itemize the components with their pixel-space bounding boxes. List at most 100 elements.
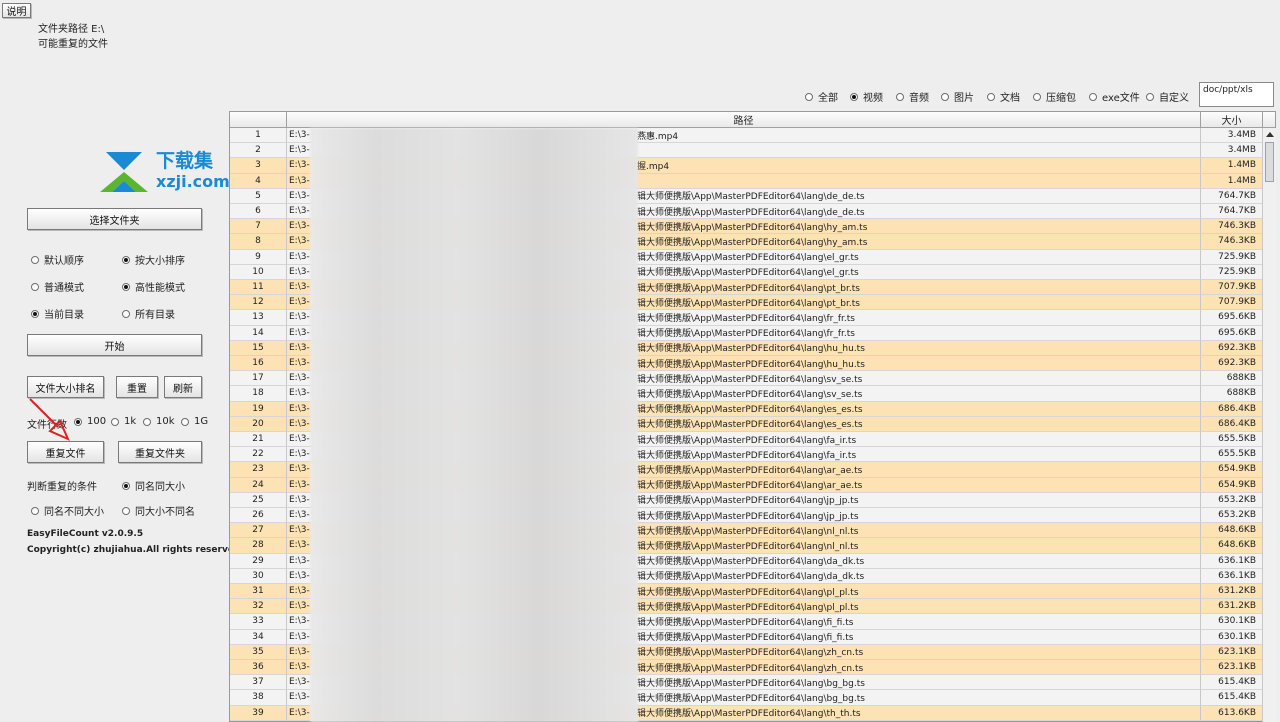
sort-by-size-radio[interactable]: 按大小排序 <box>122 252 185 267</box>
filter-custom-radio[interactable]: 自定义 <box>1146 89 1189 104</box>
mode-high-performance-radio[interactable]: 高性能模式 <box>122 279 185 294</box>
filter-video-radio[interactable]: 视频 <box>850 89 883 104</box>
path-column-header[interactable]: 路径 <box>287 112 1201 128</box>
row-size: 692.3KB <box>1201 356 1263 372</box>
filter-label: 视频 <box>863 93 883 104</box>
row-path: 辑大师便携版\App\MasterPDFEditor64\lang\pl_pl.… <box>637 599 1201 615</box>
row-size: 1.4MB <box>1201 173 1263 189</box>
row-path: 辑大师便携版\App\MasterPDFEditor64\lang\el_gr.… <box>637 264 1201 280</box>
row-index: 8 <box>230 234 287 250</box>
criteria-same-name-size-radio[interactable]: 同名同大小 <box>122 478 185 493</box>
size-rank-button[interactable]: 文件大小排名 <box>27 376 104 398</box>
row-path: 辑大师便携版\App\MasterPDFEditor64\lang\pl_pl.… <box>637 584 1201 600</box>
criteria-label-text: 同名不同大小 <box>44 507 104 518</box>
sort-by-size-label: 按大小排序 <box>135 256 185 267</box>
row-path <box>637 173 1201 189</box>
count-10k-radio[interactable]: 10k <box>143 416 175 427</box>
reset-button[interactable]: 重置 <box>116 376 158 398</box>
filter-all-radio[interactable]: 全部 <box>805 89 838 104</box>
count-label: 100 <box>87 416 107 427</box>
row-path: 辑大师便携版\App\MasterPDFEditor64\lang\nl_nl.… <box>637 523 1201 539</box>
row-size: 695.6KB <box>1201 310 1263 326</box>
row-index: 33 <box>230 614 287 630</box>
row-index: 17 <box>230 371 287 387</box>
row-index: 16 <box>230 356 287 372</box>
row-size: 686.4KB <box>1201 401 1263 417</box>
criteria-label: 判断重复的条件 <box>27 482 97 493</box>
row-size: 695.6KB <box>1201 325 1263 341</box>
count-100-radio[interactable]: 100 <box>74 416 106 427</box>
row-path: 辑大师便携版\App\MasterPDFEditor64\lang\hy_am.… <box>637 234 1201 250</box>
radio-icon <box>31 282 39 291</box>
radio-checked-icon <box>122 481 130 490</box>
row-index: 34 <box>230 629 287 645</box>
row-size: 615.4KB <box>1201 690 1263 706</box>
row-size: 1.4MB <box>1201 158 1263 174</box>
scope-all-radio[interactable]: 所有目录 <box>122 306 175 321</box>
row-index: 6 <box>230 204 287 220</box>
size-column-header[interactable]: 大小 <box>1201 112 1263 128</box>
row-size: 630.1KB <box>1201 629 1263 645</box>
select-folder-button[interactable]: 选择文件夹 <box>27 208 202 230</box>
radio-icon <box>122 309 130 318</box>
vertical-scrollbar[interactable] <box>1262 128 1276 722</box>
start-button[interactable]: 开始 <box>27 334 202 356</box>
row-path: 辑大师便携版\App\MasterPDFEditor64\lang\fa_ir.… <box>637 432 1201 448</box>
filter-archive-radio[interactable]: 压缩包 <box>1033 89 1076 104</box>
duplicate-folders-button[interactable]: 重复文件夹 <box>118 441 202 463</box>
radio-icon <box>1033 92 1041 101</box>
count-1k-radio[interactable]: 1k <box>111 416 136 427</box>
row-path: 辑大师便携版\App\MasterPDFEditor64\lang\es_es.… <box>637 401 1201 417</box>
row-index: 25 <box>230 492 287 508</box>
count-label: 1k <box>124 416 137 427</box>
criteria-same-name-diff-size-radio[interactable]: 同名不同大小 <box>31 503 104 518</box>
filter-image-radio[interactable]: 图片 <box>941 89 974 104</box>
row-path: 辑大师便携版\App\MasterPDFEditor64\lang\fr_fr.… <box>637 310 1201 326</box>
row-size: 623.1KB <box>1201 644 1263 660</box>
custom-extensions-field[interactable]: doc/ppt/xls <box>1199 82 1274 107</box>
row-path: 辑大师便携版\App\MasterPDFEditor64\lang\fa_ir.… <box>637 447 1201 463</box>
radio-icon <box>896 92 904 101</box>
row-size: 655.5KB <box>1201 432 1263 448</box>
row-size: 654.9KB <box>1201 462 1263 478</box>
row-path: 辑大师便携版\App\MasterPDFEditor64\lang\zh_cn.… <box>637 644 1201 660</box>
row-index: 15 <box>230 340 287 356</box>
row-path: 辑大师便携版\App\MasterPDFEditor64\lang\de_de.… <box>637 204 1201 220</box>
row-path: 辑大师便携版\App\MasterPDFEditor64\lang\bg_bg.… <box>637 675 1201 691</box>
criteria-same-size-diff-name-radio[interactable]: 同大小不同名 <box>122 503 195 518</box>
watermark-logo: 下载集 xzji.com <box>98 148 238 194</box>
row-index: 5 <box>230 188 287 204</box>
filter-exe-radio[interactable]: exe文件 <box>1089 89 1140 104</box>
radio-icon <box>31 255 39 264</box>
version-label: EasyFileCount v2.0.9.5 <box>27 529 144 539</box>
help-button[interactable]: 说明 <box>2 3 31 18</box>
filter-label: 文档 <box>1000 93 1020 104</box>
radio-icon <box>143 417 151 426</box>
filter-label: 全部 <box>818 93 838 104</box>
refresh-button[interactable]: 刷新 <box>164 376 202 398</box>
row-path: 握.mp4 <box>637 158 1201 174</box>
scrollbar-thumb[interactable] <box>1265 142 1274 182</box>
mode-normal-radio[interactable]: 普通模式 <box>31 279 84 294</box>
row-path: 辑大师便携版\App\MasterPDFEditor64\lang\da_dk.… <box>637 553 1201 569</box>
row-size: 613.6KB <box>1201 705 1263 721</box>
row-index: 24 <box>230 477 287 493</box>
filter-document-radio[interactable]: 文档 <box>987 89 1020 104</box>
row-size: 655.5KB <box>1201 447 1263 463</box>
radio-icon <box>122 506 130 515</box>
row-size: 648.6KB <box>1201 523 1263 539</box>
radio-checked-icon <box>850 92 858 101</box>
scroll-up-arrow-icon[interactable] <box>1266 132 1274 137</box>
filter-label: 压缩包 <box>1046 93 1076 104</box>
sort-default-radio[interactable]: 默认顺序 <box>31 252 84 267</box>
row-size: 648.6KB <box>1201 538 1263 554</box>
red-arrow-annotation-icon <box>29 398 70 441</box>
scope-current-radio[interactable]: 当前目录 <box>31 306 84 321</box>
row-path: 辑大师便携版\App\MasterPDFEditor64\lang\th_th.… <box>637 705 1201 721</box>
index-column-header <box>230 112 287 128</box>
blurred-region <box>310 128 638 722</box>
filter-audio-radio[interactable]: 音频 <box>896 89 929 104</box>
row-index: 19 <box>230 401 287 417</box>
count-1g-radio[interactable]: 1G <box>181 416 208 427</box>
row-path: 辑大师便携版\App\MasterPDFEditor64\lang\ar_ae.… <box>637 477 1201 493</box>
